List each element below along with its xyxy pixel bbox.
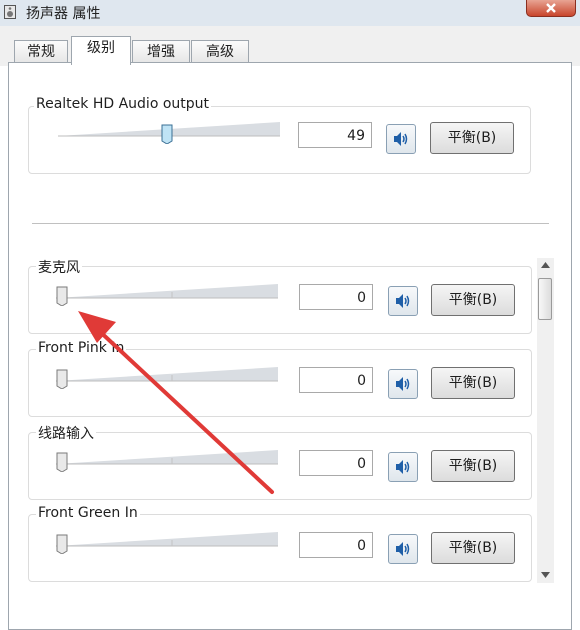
channel-label-line-in: 线路输入	[36, 423, 96, 443]
front-green-in-balance-button[interactable]: 平衡(B)	[431, 532, 515, 564]
speaker-volume-icon	[396, 460, 410, 474]
close-icon	[546, 3, 556, 13]
front-green-in-volume-value[interactable]: 0	[299, 532, 373, 558]
line-in-balance-button[interactable]: 平衡(B)	[431, 450, 515, 482]
front-green-in-volume-slider[interactable]	[56, 532, 278, 554]
master-volume-slider[interactable]	[58, 122, 280, 144]
tab-enhancements[interactable]: 增强	[132, 40, 190, 63]
title-bar: 扬声器 属性	[0, 0, 580, 26]
microphone-volume-value[interactable]: 0	[299, 284, 373, 310]
line-in-volume-slider[interactable]	[56, 450, 278, 472]
close-button[interactable]	[526, 0, 576, 17]
master-volume-thumb[interactable]	[161, 124, 173, 144]
microphone-mute-button[interactable]	[388, 286, 418, 316]
line-in-volume-value[interactable]: 0	[299, 450, 373, 476]
scroll-up-icon[interactable]	[541, 262, 550, 268]
divider	[32, 223, 549, 224]
front-pink-in-volume-value[interactable]: 0	[299, 367, 373, 393]
front-pink-in-volume-thumb[interactable]	[56, 369, 68, 389]
front-green-in-mute-button[interactable]	[388, 534, 418, 564]
master-volume-value[interactable]: 49	[298, 122, 372, 148]
front-pink-in-mute-button[interactable]	[388, 369, 418, 399]
speaker-volume-icon	[396, 542, 410, 556]
master-balance-button[interactable]: 平衡(B)	[430, 122, 514, 154]
tab-advanced[interactable]: 高级	[191, 40, 249, 63]
tab-levels[interactable]: 级别	[71, 36, 131, 65]
line-in-volume-thumb[interactable]	[56, 452, 68, 472]
speaker-volume-icon	[394, 132, 408, 146]
front-pink-in-balance-button[interactable]: 平衡(B)	[431, 367, 515, 399]
channel-label-front-green-in: Front Green In	[36, 505, 140, 521]
microphone-volume-slider[interactable]	[56, 284, 278, 306]
window-title: 扬声器 属性	[26, 6, 101, 22]
tab-general[interactable]: 常规	[14, 40, 68, 63]
speaker-icon	[4, 5, 16, 19]
master-output-label: Realtek HD Audio output	[34, 96, 212, 112]
channel-list-scrollbar[interactable]	[537, 258, 554, 583]
speaker-volume-icon	[396, 294, 410, 308]
line-in-mute-button[interactable]	[388, 452, 418, 482]
front-green-in-volume-thumb[interactable]	[56, 534, 68, 554]
front-pink-in-volume-slider[interactable]	[56, 367, 278, 389]
channel-label-microphone: 麦克风	[36, 257, 82, 277]
master-mute-button[interactable]	[386, 124, 416, 154]
scrollbar-thumb[interactable]	[538, 278, 552, 320]
scroll-down-icon[interactable]	[541, 572, 550, 578]
speaker-volume-icon	[396, 377, 410, 391]
microphone-balance-button[interactable]: 平衡(B)	[431, 284, 515, 316]
microphone-volume-thumb[interactable]	[56, 286, 68, 306]
channel-label-front-pink-in: Front Pink In	[36, 340, 127, 356]
